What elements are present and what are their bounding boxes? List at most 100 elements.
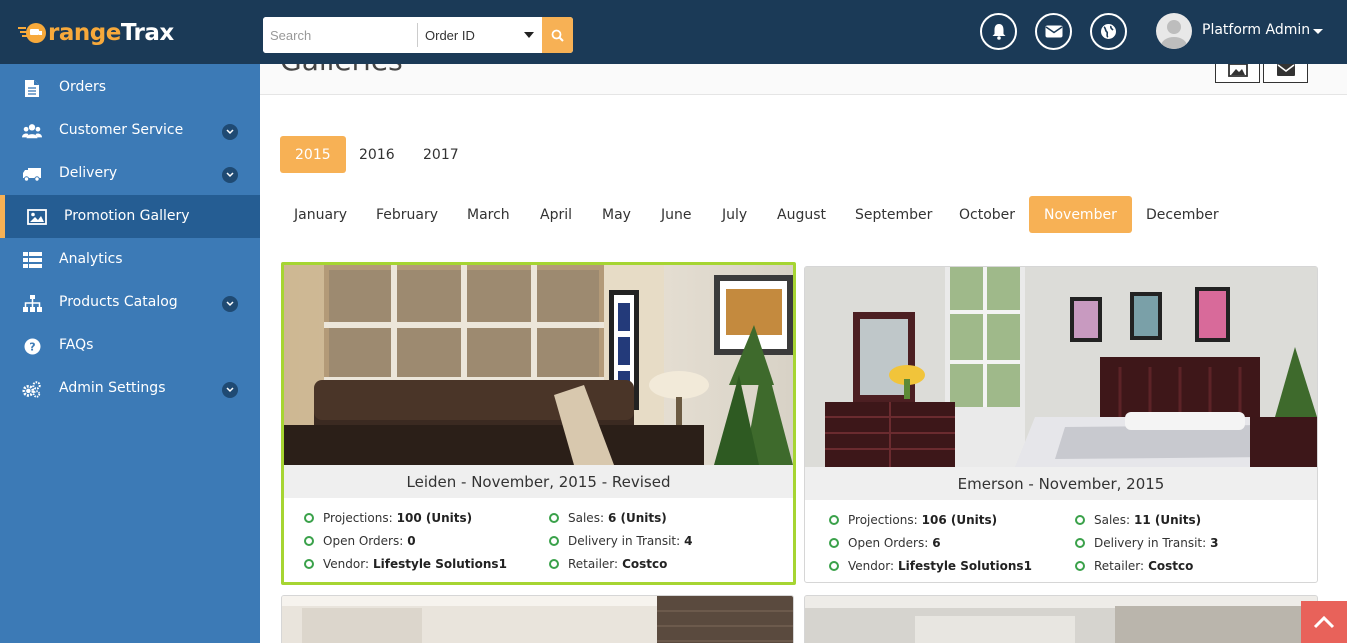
stat-value: Costco xyxy=(622,557,668,571)
status-dot-icon xyxy=(829,561,839,571)
stat-vendor: Vendor: Lifestyle Solutions1 xyxy=(829,559,1032,573)
search-button[interactable] xyxy=(542,17,573,53)
stat-label: Retailer: xyxy=(1094,559,1145,573)
page-header: Galleries xyxy=(260,64,1347,95)
month-tab-august[interactable]: August xyxy=(762,196,841,233)
status-dot-icon xyxy=(829,515,839,525)
month-tab-february[interactable]: February xyxy=(361,196,453,233)
active-indicator xyxy=(0,195,5,238)
user-silhouette-icon xyxy=(1161,20,1187,49)
stat-value: Lifestyle Solutions1 xyxy=(898,559,1032,573)
month-tab-september[interactable]: September xyxy=(840,196,947,233)
sidebar-item-label: Delivery xyxy=(59,165,118,181)
status-dot-icon xyxy=(549,559,559,569)
status-dot-icon xyxy=(1075,538,1085,548)
stat-label: Delivery in Transit: xyxy=(1094,536,1207,550)
month-tab-april[interactable]: April xyxy=(525,196,587,233)
caret-down-icon xyxy=(524,32,534,38)
year-tab-2015[interactable]: 2015 xyxy=(280,136,346,173)
user-menu-caret-icon[interactable] xyxy=(1313,29,1323,34)
chevron-down-icon[interactable] xyxy=(222,382,238,398)
sidebar-item-faqs[interactable]: ? FAQs xyxy=(0,324,260,367)
month-tab-december[interactable]: December xyxy=(1131,196,1234,233)
gallery-photo-living-room xyxy=(284,265,793,465)
gallery-photo-partial xyxy=(282,596,793,643)
month-tab-march[interactable]: March xyxy=(452,196,525,233)
gallery-upload-button[interactable] xyxy=(1215,64,1260,83)
stat-value: Lifestyle Solutions1 xyxy=(373,557,507,571)
stat-delivery-in-transit: Delivery in Transit: 4 xyxy=(549,534,693,548)
month-tab-january[interactable]: January xyxy=(279,196,362,233)
sidebar-item-admin-settings[interactable]: Admin Settings xyxy=(0,367,260,410)
globe-button[interactable] xyxy=(1090,13,1127,50)
envelope-icon xyxy=(1276,64,1295,76)
stat-label: Projections: xyxy=(323,511,393,525)
stat-label: Open Orders: xyxy=(323,534,404,548)
image-upload-icon xyxy=(1227,64,1248,77)
notifications-button[interactable] xyxy=(980,13,1017,50)
month-tab-may[interactable]: May xyxy=(587,196,646,233)
search-input[interactable] xyxy=(263,17,417,53)
orangetrax-logo[interactable]: rangeTrax xyxy=(18,18,174,48)
user-name[interactable]: Platform Admin xyxy=(1202,22,1310,38)
sidebar-item-promotion-gallery[interactable]: Promotion Gallery xyxy=(0,195,260,238)
search-type-value: Order ID xyxy=(425,27,475,43)
status-dot-icon xyxy=(1075,561,1085,571)
month-tab-june[interactable]: June xyxy=(646,196,707,233)
scroll-to-top-button[interactable] xyxy=(1301,601,1347,643)
year-tab-2017[interactable]: 2017 xyxy=(408,136,474,173)
status-dot-icon xyxy=(1075,515,1085,525)
gallery-card-emerson[interactable]: Emerson - November, 2015 Projections: 106… xyxy=(804,266,1318,583)
globe-icon xyxy=(1101,24,1116,39)
sidebar-item-label: Analytics xyxy=(59,251,123,267)
stat-delivery-in-transit: Delivery in Transit: 3 xyxy=(1075,536,1219,550)
chevron-down-icon[interactable] xyxy=(222,296,238,312)
sidebar-item-customer-service[interactable]: Customer Service xyxy=(0,109,260,152)
status-dot-icon xyxy=(549,513,559,523)
stat-label: Sales: xyxy=(568,511,604,525)
status-dot-icon xyxy=(304,513,314,523)
status-dot-icon xyxy=(304,536,314,546)
sidebar-item-products-catalog[interactable]: Products Catalog xyxy=(0,281,260,324)
stat-label: Sales: xyxy=(1094,513,1130,527)
stat-label: Vendor: xyxy=(848,559,894,573)
user-avatar[interactable] xyxy=(1156,13,1192,49)
gallery-card-title: Emerson - November, 2015 xyxy=(805,467,1317,500)
page-title: Galleries xyxy=(280,64,403,77)
sidebar-item-label: Promotion Gallery xyxy=(64,208,190,224)
sidebar: Orders Customer Service Delivery Promoti… xyxy=(0,64,260,643)
month-tab-october[interactable]: October xyxy=(944,196,1030,233)
search-type-select[interactable]: Order ID xyxy=(418,17,542,53)
stat-value: 4 xyxy=(684,534,693,548)
status-dot-icon xyxy=(829,538,839,548)
document-icon xyxy=(22,78,42,98)
truck-icon xyxy=(22,164,42,184)
gallery-card-title: Leiden - November, 2015 - Revised xyxy=(284,465,793,498)
sidebar-item-analytics[interactable]: Analytics xyxy=(0,238,260,281)
stat-value: 0 xyxy=(407,534,416,548)
stat-value: 6 (Units) xyxy=(607,511,667,525)
gallery-mail-button[interactable] xyxy=(1263,64,1308,83)
sidebar-item-delivery[interactable]: Delivery xyxy=(0,152,260,195)
stat-sales: Sales: 11 (Units) xyxy=(1075,513,1201,527)
gallery-card-partial[interactable] xyxy=(281,595,794,643)
gallery-photo-bedroom xyxy=(805,267,1317,467)
chevron-down-icon[interactable] xyxy=(222,124,238,140)
search-icon xyxy=(551,29,564,42)
year-tab-2016[interactable]: 2016 xyxy=(344,136,410,173)
bell-icon xyxy=(992,24,1005,40)
messages-button[interactable] xyxy=(1035,13,1072,50)
search-bar: Order ID xyxy=(263,17,573,53)
stat-label: Open Orders: xyxy=(848,536,929,550)
gallery-card-partial[interactable] xyxy=(804,595,1318,643)
sidebar-item-orders[interactable]: Orders xyxy=(0,66,260,109)
month-tab-november[interactable]: November xyxy=(1029,196,1132,233)
gallery-card-leiden[interactable]: Leiden - November, 2015 - Revised Projec… xyxy=(281,262,796,585)
sitemap-icon xyxy=(22,293,42,313)
image-icon xyxy=(27,207,47,227)
stat-value: 3 xyxy=(1210,536,1219,550)
month-tab-july[interactable]: July xyxy=(707,196,762,233)
chevron-down-icon[interactable] xyxy=(222,167,238,183)
stat-value: Costco xyxy=(1148,559,1194,573)
status-dot-icon xyxy=(304,559,314,569)
